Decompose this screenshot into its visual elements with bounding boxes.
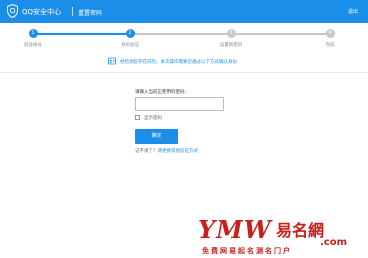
svg-text:免费网易起名测名门户: 免费网易起名测名门户: [202, 246, 292, 255]
svg-text:.com: .com: [320, 237, 347, 248]
password-input[interactable]: [135, 97, 224, 111]
forgot-prefix: 记不清了？: [135, 149, 158, 154]
step-1-circle: 1: [28, 29, 38, 38]
security-notice: 经检测您存在风险，本次操作需要您通过以下方式确认身份: [108, 57, 270, 66]
exit-link[interactable]: 退出: [348, 8, 358, 15]
brand-name: QQ安全中心: [22, 8, 62, 16]
header-bar: QQ安全中心 重置密码 退出: [0, 0, 368, 23]
step-2-circle: 2: [125, 29, 135, 38]
svg-text:YMW: YMW: [198, 215, 273, 244]
password-label: 请输入当前正使用的密码：: [135, 90, 189, 95]
step-2-label: 身份验证: [121, 43, 139, 48]
shield-logo-icon: [7, 4, 18, 18]
step-3-circle: 3: [226, 29, 236, 38]
id-card-icon: [108, 57, 116, 65]
progress-steps: 1 2 3 4 验证帐号 身份验证 设置新密码 完成: [0, 28, 368, 50]
show-password-checkbox[interactable]: [135, 114, 140, 120]
section-divider: [0, 72, 368, 73]
svg-text:易名網: 易名網: [276, 221, 324, 240]
other-verification-link[interactable]: 请更换其他验证方式: [158, 149, 199, 154]
step-1-label: 验证帐号: [24, 43, 42, 48]
progress-line-done: [33, 33, 130, 35]
step-4-label: 完成: [325, 43, 335, 48]
header-divider: [72, 7, 73, 16]
step-4-circle: 4: [325, 29, 335, 38]
confirm-button[interactable]: 确定: [135, 129, 178, 144]
site-watermark-logo: YMW 易名網 .com 免费网易起名测名门户: [198, 215, 347, 255]
page-title: 重置密码: [78, 9, 103, 17]
show-password-label[interactable]: 显示密码: [144, 115, 162, 121]
step-3-label: 设置新密码: [219, 43, 243, 48]
notice-text: 经检测您存在风险，本次操作需要您通过以下方式确认身份: [120, 59, 237, 65]
forgot-password-row: 记不清了？请更换其他验证方式: [135, 148, 198, 154]
